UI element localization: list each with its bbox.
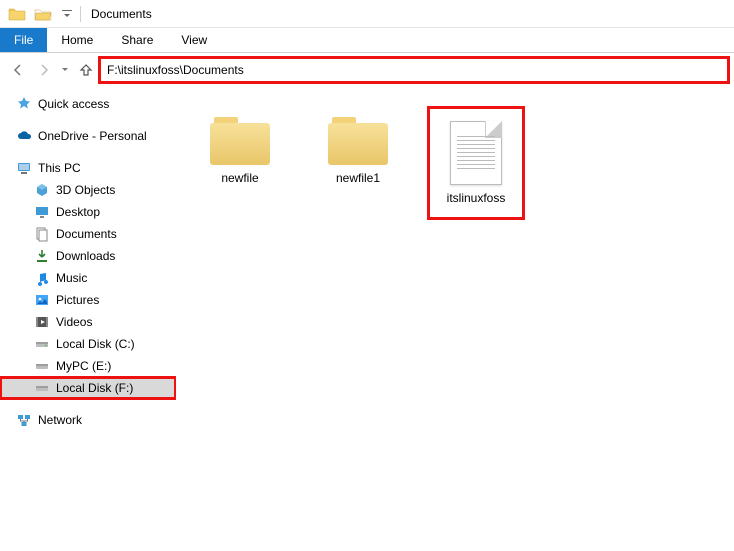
address-input[interactable] [107, 63, 721, 77]
nav-this-pc[interactable]: This PC [0, 157, 176, 179]
computer-icon [16, 160, 32, 176]
music-icon [34, 270, 50, 286]
tab-view[interactable]: View [167, 28, 221, 52]
tab-home[interactable]: Home [47, 28, 107, 52]
address-bar[interactable] [100, 58, 728, 82]
folder-open-icon [34, 5, 52, 23]
nav-drive-f[interactable]: Local Disk (F:) [0, 377, 176, 399]
textfile-icon [450, 121, 502, 185]
nav-label: OneDrive - Personal [38, 129, 147, 143]
navigation-pane: Quick access OneDrive - Personal This PC… [0, 87, 176, 551]
ribbon-tabs: File Home Share View [0, 28, 734, 53]
nav-desktop[interactable]: Desktop [0, 201, 176, 223]
nav-videos[interactable]: Videos [0, 311, 176, 333]
nav-3d-objects[interactable]: 3D Objects [0, 179, 176, 201]
nav-onedrive[interactable]: OneDrive - Personal [0, 125, 176, 147]
nav-drive-e[interactable]: MyPC (E:) [0, 355, 176, 377]
qat-dropdown-icon[interactable] [60, 7, 74, 21]
item-label: itslinuxfoss [447, 191, 506, 205]
nav-label: Documents [56, 227, 117, 241]
nav-label: Local Disk (F:) [56, 381, 133, 395]
desktop-icon [34, 204, 50, 220]
content-area[interactable]: newfile newfile1 itslinuxfoss [176, 87, 734, 551]
up-button[interactable] [74, 58, 98, 82]
list-item[interactable]: itslinuxfoss [432, 111, 520, 215]
nav-music[interactable]: Music [0, 267, 176, 289]
forward-button[interactable] [32, 58, 56, 82]
cloud-icon [16, 128, 32, 144]
nav-label: This PC [38, 161, 81, 175]
list-item[interactable]: newfile1 [314, 111, 402, 189]
navigation-bar [0, 53, 734, 87]
folder-icon [328, 115, 388, 165]
nav-label: Network [38, 413, 82, 427]
drive-icon [34, 380, 50, 396]
nav-label: Quick access [38, 97, 109, 111]
pictures-icon [34, 292, 50, 308]
title-bar: Documents [0, 0, 734, 28]
item-label: newfile [221, 171, 258, 185]
star-icon [16, 96, 32, 112]
items-view: newfile newfile1 itslinuxfoss [196, 101, 714, 215]
tab-file[interactable]: File [0, 28, 47, 52]
download-icon [34, 248, 50, 264]
nav-quick-access[interactable]: Quick access [0, 93, 176, 115]
nav-downloads[interactable]: Downloads [0, 245, 176, 267]
cube-icon [34, 182, 50, 198]
nav-network[interactable]: Network [0, 409, 176, 431]
nav-drive-c[interactable]: Local Disk (C:) [0, 333, 176, 355]
back-button[interactable] [6, 58, 30, 82]
body: Quick access OneDrive - Personal This PC… [0, 87, 734, 551]
nav-label: Pictures [56, 293, 99, 307]
nav-pictures[interactable]: Pictures [0, 289, 176, 311]
videos-icon [34, 314, 50, 330]
nav-label: Downloads [56, 249, 115, 263]
separator [80, 6, 81, 22]
nav-label: Videos [56, 315, 92, 329]
nav-label: Local Disk (C:) [56, 337, 135, 351]
window-title: Documents [91, 7, 152, 21]
list-item[interactable]: newfile [196, 111, 284, 189]
drive-icon [34, 336, 50, 352]
nav-documents[interactable]: Documents [0, 223, 176, 245]
documents-icon [34, 226, 50, 242]
drive-icon [34, 358, 50, 374]
nav-label: Desktop [56, 205, 100, 219]
nav-label: 3D Objects [56, 183, 115, 197]
folder-icon [8, 5, 26, 23]
network-icon [16, 412, 32, 428]
item-label: newfile1 [336, 171, 380, 185]
recent-locations-button[interactable] [58, 58, 72, 82]
folder-icon [210, 115, 270, 165]
nav-label: Music [56, 271, 87, 285]
nav-label: MyPC (E:) [56, 359, 111, 373]
tab-share[interactable]: Share [107, 28, 167, 52]
